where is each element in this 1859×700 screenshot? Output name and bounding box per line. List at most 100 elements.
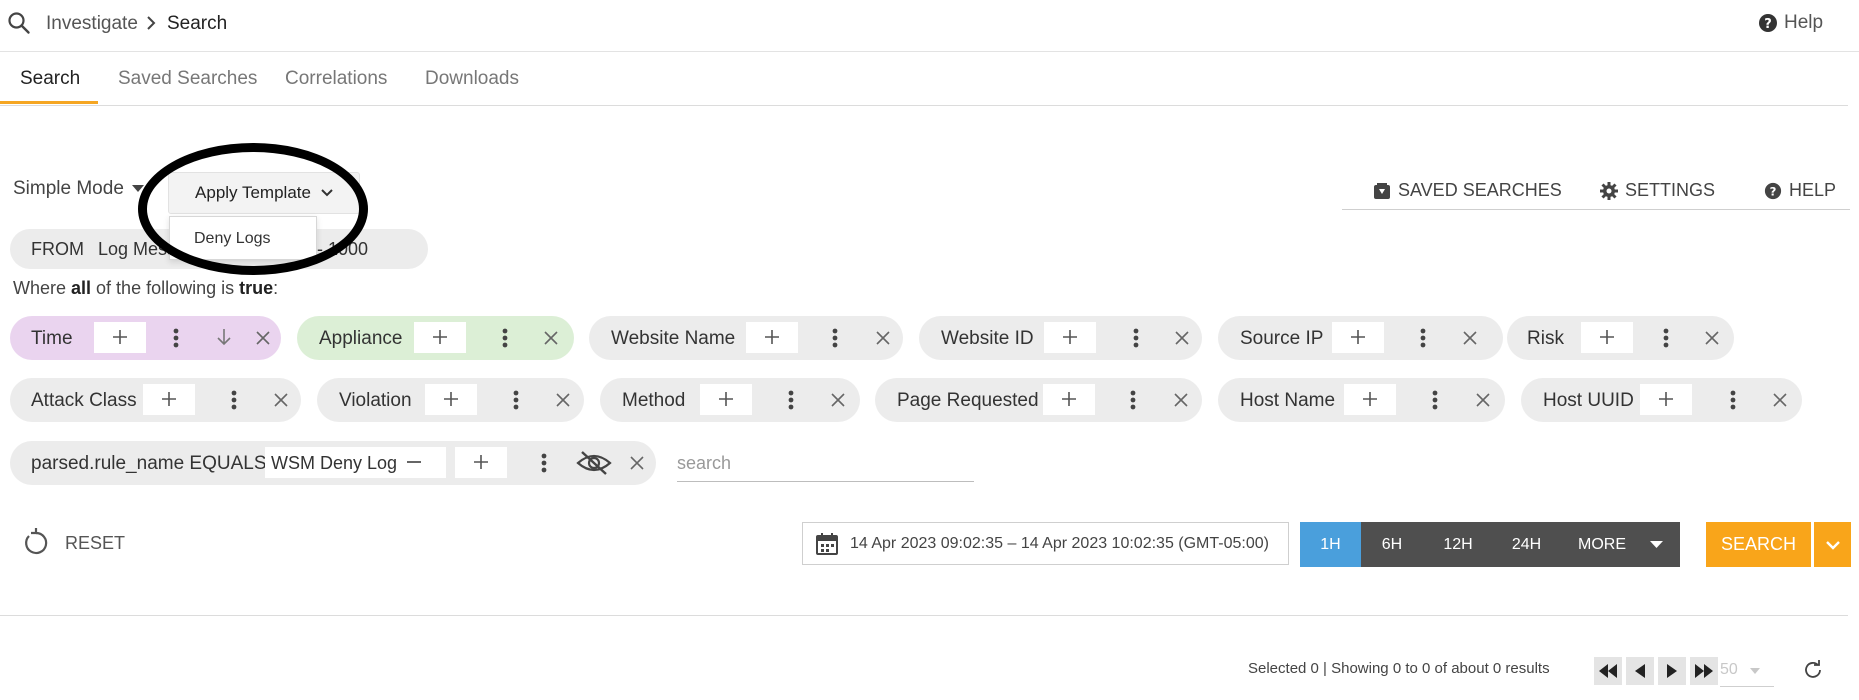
filter-pill-website-id[interactable]: Website ID [919, 316, 1202, 360]
previous-page-icon[interactable] [1626, 657, 1654, 685]
search-options-button[interactable] [1814, 522, 1851, 567]
filter-search-input[interactable]: search [677, 447, 974, 482]
add-value-button[interactable] [1044, 322, 1096, 353]
close-icon[interactable] [630, 456, 644, 470]
range-1h-button[interactable]: 1H [1300, 522, 1361, 567]
close-icon[interactable] [1773, 393, 1787, 407]
close-icon[interactable] [1705, 331, 1719, 345]
filter-pill-violation[interactable]: Violation [317, 378, 584, 422]
close-icon[interactable] [544, 331, 558, 345]
date-range-picker[interactable]: 14 Apr 2023 09:02:35 – 14 Apr 2023 10:02… [802, 522, 1289, 565]
filter-label: Appliance [319, 328, 403, 349]
range-more-label: MORE [1578, 536, 1626, 553]
results-summary: Selected 0 | Showing 0 to 0 of about 0 r… [1248, 660, 1550, 677]
refresh-icon[interactable] [1803, 659, 1823, 679]
last-page-icon[interactable] [1690, 657, 1718, 685]
filter-pill-website-name[interactable]: Website Name [589, 316, 903, 360]
condition-value-chip[interactable]: WSM Deny Log [265, 447, 446, 478]
filter-label: Host Name [1240, 390, 1336, 411]
add-value-button[interactable] [143, 384, 195, 415]
close-icon[interactable] [876, 331, 890, 345]
reset-button[interactable]: RESET [21, 527, 125, 559]
filter-label: Source IP [1240, 328, 1324, 349]
kebab-menu-icon[interactable] [502, 328, 508, 348]
first-page-icon[interactable] [1594, 657, 1622, 685]
kebab-menu-icon[interactable] [1130, 390, 1136, 410]
close-icon[interactable] [1463, 331, 1477, 345]
search-button[interactable]: SEARCH [1706, 522, 1811, 567]
caret-down-icon [1650, 541, 1663, 549]
filter-pill-method[interactable]: Method [600, 378, 860, 422]
close-icon[interactable] [1174, 393, 1188, 407]
kebab-menu-icon[interactable] [1133, 328, 1139, 348]
chevron-right-icon [146, 15, 156, 31]
kebab-menu-icon[interactable] [788, 390, 794, 410]
next-page-icon[interactable] [1658, 657, 1686, 685]
close-icon[interactable] [274, 393, 288, 407]
filter-pill-appliance[interactable]: Appliance [297, 316, 574, 360]
add-value-button[interactable] [1640, 384, 1692, 415]
add-value-button[interactable] [700, 384, 752, 415]
reset-icon [21, 527, 51, 559]
kebab-menu-icon[interactable] [1420, 328, 1426, 348]
help-link[interactable]: ? Help [1758, 12, 1823, 34]
saved-searches-icon [1373, 182, 1391, 200]
filter-pill-attack-class[interactable]: Attack Class [10, 378, 301, 422]
kebab-menu-icon[interactable] [173, 328, 179, 348]
kebab-menu-icon[interactable] [541, 453, 547, 473]
range-24h-button[interactable]: 24H [1493, 522, 1560, 567]
filter-pill-host-uuid[interactable]: Host UUID [1521, 378, 1802, 422]
breadcrumb-investigate[interactable]: Investigate [46, 13, 138, 35]
pagination [1594, 657, 1718, 685]
kebab-menu-icon[interactable] [513, 390, 519, 410]
kebab-menu-icon[interactable] [832, 328, 838, 348]
add-value-button[interactable] [1332, 322, 1384, 353]
sort-down-icon[interactable] [217, 328, 231, 346]
add-value-button[interactable] [425, 384, 477, 415]
filter-pill-time[interactable]: Time [10, 316, 281, 360]
range-more-button[interactable]: MORE [1560, 522, 1680, 567]
close-icon[interactable] [1175, 331, 1189, 345]
add-value-button[interactable] [1344, 384, 1396, 415]
add-value-button[interactable] [414, 322, 466, 353]
settings-button[interactable]: SETTINGS [1600, 180, 1715, 201]
kebab-menu-icon[interactable] [1432, 390, 1438, 410]
mode-select[interactable]: Simple Mode [13, 178, 144, 200]
tab-search[interactable]: Search [20, 52, 80, 105]
filter-pill-host-name[interactable]: Host Name [1218, 378, 1505, 422]
add-value-button[interactable] [1043, 384, 1095, 415]
filter-pill-source-ip[interactable]: Source IP [1218, 316, 1503, 360]
add-value-button[interactable] [746, 322, 798, 353]
add-value-button[interactable] [455, 447, 507, 478]
kebab-menu-icon[interactable] [231, 390, 237, 410]
filter-pill-page-requested[interactable]: Page Requested [875, 378, 1202, 422]
close-icon[interactable] [1476, 393, 1490, 407]
per-page-select[interactable]: 50 [1720, 656, 1774, 687]
filter-label: Attack Class [31, 390, 137, 411]
range-6h-button[interactable]: 6H [1361, 522, 1423, 567]
kebab-menu-icon[interactable] [1730, 390, 1736, 410]
svg-text:?: ? [1770, 184, 1777, 198]
highlight-ring [138, 143, 368, 275]
add-value-button[interactable] [1581, 322, 1633, 353]
filter-label: Violation [339, 390, 412, 411]
filter-label: Host UUID [1543, 390, 1634, 411]
condition-pill-rule-name[interactable]: parsed.rule_name EQUALS WSM Deny Log [10, 441, 656, 485]
close-icon[interactable] [256, 331, 270, 345]
from-keyword: FROM [31, 239, 84, 259]
range-12h-button[interactable]: 12H [1423, 522, 1493, 567]
help-label: HELP [1789, 180, 1837, 200]
remove-value-icon[interactable] [407, 461, 421, 463]
help-button[interactable]: ? HELP [1764, 180, 1836, 201]
tab-saved-searches[interactable]: Saved Searches [118, 52, 257, 105]
tab-downloads[interactable]: Downloads [425, 52, 519, 105]
tab-correlations[interactable]: Correlations [285, 52, 387, 105]
saved-searches-button[interactable]: SAVED SEARCHES [1373, 180, 1562, 201]
close-icon[interactable] [556, 393, 570, 407]
kebab-menu-icon[interactable] [1663, 328, 1669, 348]
add-value-button[interactable] [94, 322, 146, 353]
eye-off-icon[interactable] [576, 450, 612, 476]
close-icon[interactable] [831, 393, 845, 407]
calendar-icon [815, 532, 839, 556]
filter-pill-risk[interactable]: Risk [1507, 316, 1734, 360]
